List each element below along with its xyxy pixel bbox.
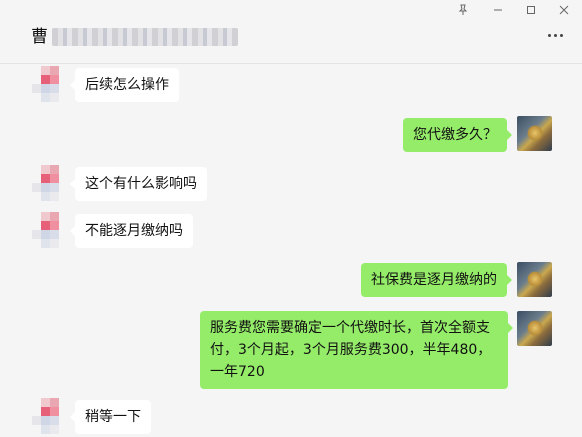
window-titlebar [0, 0, 582, 22]
contact-avatar[interactable] [32, 212, 68, 248]
contact-avatar[interactable] [32, 165, 68, 201]
more-options-icon[interactable] [546, 34, 566, 40]
message-bubble-incoming[interactable]: 后续怎么操作 [70, 68, 179, 102]
own-avatar[interactable] [517, 116, 552, 151]
contact-avatar[interactable] [32, 398, 68, 434]
pin-icon[interactable] [456, 4, 470, 18]
close-icon[interactable] [557, 4, 571, 18]
maximize-icon[interactable] [524, 4, 538, 18]
chat-title: 曹 [31, 27, 48, 47]
contact-avatar[interactable] [32, 66, 68, 102]
own-avatar[interactable] [517, 311, 552, 346]
chat-header: 曹 [0, 22, 582, 64]
message-bubble-outgoing[interactable]: 社保费是逐月缴纳的 [361, 263, 512, 297]
message-bubble-outgoing[interactable]: 服务费您需要确定一个代缴时长，首次全额支付，3个月起，3个月服务费300，半年4… [200, 311, 513, 389]
message-bubble-incoming[interactable]: 这个有什么影响吗 [70, 167, 207, 201]
message-bubble-incoming[interactable]: 稍等一下 [70, 400, 151, 434]
own-avatar[interactable] [517, 262, 552, 297]
message-bubble-outgoing[interactable]: 您代缴多久？ [403, 118, 512, 152]
minimize-icon[interactable] [491, 4, 505, 18]
redacted-title-suffix [52, 28, 238, 46]
message-bubble-incoming[interactable]: 不能逐月缴纳吗 [70, 214, 193, 248]
